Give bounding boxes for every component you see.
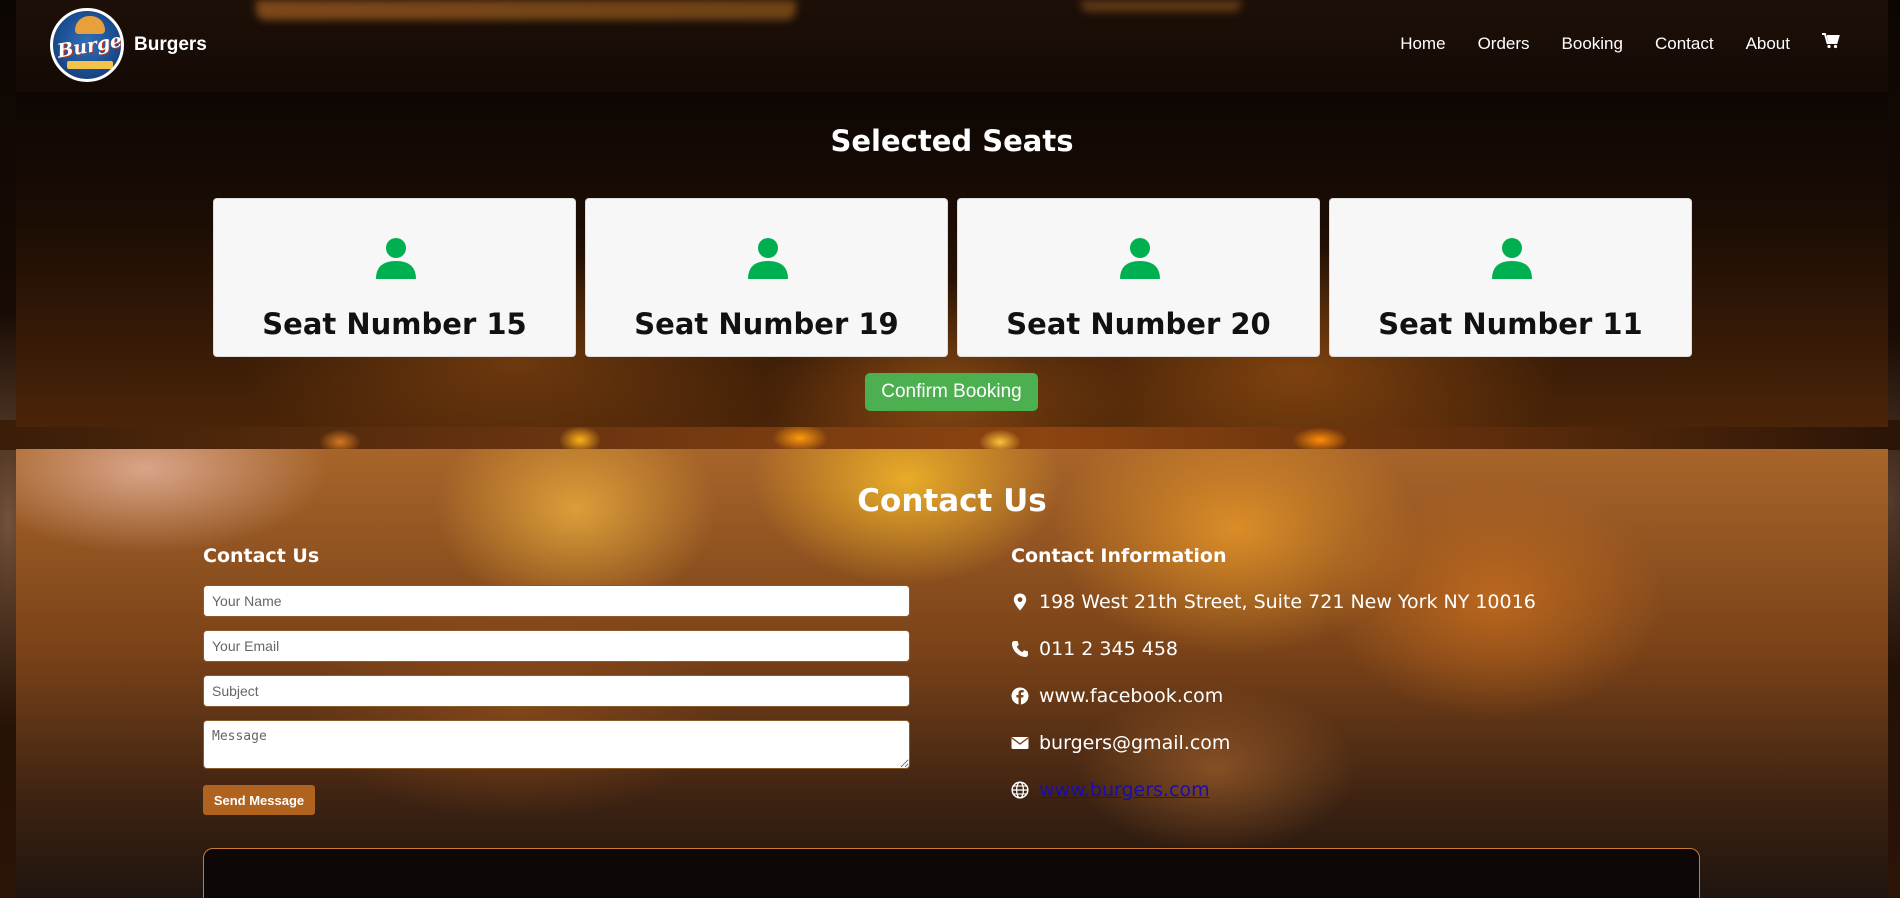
facebook-icon — [1011, 687, 1029, 705]
phone-text: 011 2 345 458 — [1039, 638, 1179, 660]
nav-booking[interactable]: Booking — [1562, 34, 1623, 54]
header-decoration — [1081, 0, 1241, 12]
seat-card: Seat Number 15 — [213, 198, 576, 357]
envelope-icon — [1011, 737, 1029, 749]
facebook-text: www.facebook.com — [1039, 685, 1224, 707]
nav-about[interactable]: About — [1746, 34, 1790, 54]
email-text: burgers@gmail.com — [1039, 732, 1231, 754]
subject-input[interactable] — [203, 675, 910, 707]
person-icon — [748, 238, 788, 279]
message-textarea[interactable] — [203, 720, 910, 769]
person-icon — [1120, 238, 1160, 279]
nav-contact[interactable]: Contact — [1655, 34, 1714, 54]
logo-wordmark: Burgers — [55, 25, 124, 63]
cart-icon — [1822, 33, 1840, 49]
selected-seats-section: Selected Seats Seat Number 15 Seat Numbe… — [16, 92, 1888, 427]
address-row: 198 West 21th Street, Suite 721 New York… — [1011, 589, 1536, 615]
seat-number-label: Seat Number 20 — [1006, 307, 1271, 341]
send-message-button[interactable]: Send Message — [203, 785, 315, 815]
phone-icon — [1012, 641, 1028, 657]
nav-orders[interactable]: Orders — [1478, 34, 1530, 54]
website-row: www.burgers.com — [1011, 777, 1536, 803]
seat-number-label: Seat Number 19 — [634, 307, 899, 341]
header-decoration — [256, 0, 796, 20]
email-input[interactable] — [203, 630, 910, 662]
logo-ribbon — [67, 61, 113, 69]
name-input[interactable] — [203, 585, 910, 617]
map-marker-icon — [1013, 593, 1027, 611]
brand-link[interactable]: Burgers Burgers — [50, 8, 207, 82]
seat-card: Seat Number 11 — [1329, 198, 1692, 357]
contact-information-heading: Contact Information — [1011, 545, 1227, 567]
person-icon — [1492, 238, 1532, 279]
contact-form-heading: Contact Us — [203, 545, 320, 567]
globe-icon — [1011, 781, 1029, 799]
seat-card-list: Seat Number 15 Seat Number 19 Seat Numbe… — [213, 198, 1692, 357]
burger-bun-graphic — [75, 16, 105, 34]
site-header: Burgers Burgers Home Orders Booking Cont… — [16, 0, 1888, 92]
phone-row: 011 2 345 458 — [1011, 636, 1536, 662]
facebook-row: www.facebook.com — [1011, 683, 1536, 709]
seat-number-label: Seat Number 11 — [1378, 307, 1643, 341]
seat-card: Seat Number 19 — [585, 198, 948, 357]
selected-seats-title: Selected Seats — [830, 124, 1074, 158]
nav-home[interactable]: Home — [1400, 34, 1445, 54]
burgers-logo: Burgers — [50, 8, 124, 82]
seat-number-label: Seat Number 15 — [262, 307, 527, 341]
main-nav: Home Orders Booking Contact About — [1400, 33, 1840, 54]
contact-section: Contact Us Contact Us Send Message Conta… — [16, 449, 1888, 898]
address-text: 198 West 21th Street, Suite 721 New York… — [1039, 591, 1536, 613]
map-container — [203, 848, 1700, 898]
brand-name: Burgers — [134, 34, 207, 55]
email-row: burgers@gmail.com — [1011, 730, 1536, 756]
person-icon — [376, 238, 416, 279]
contact-info-list: 198 West 21th Street, Suite 721 New York… — [1011, 589, 1536, 803]
seat-card: Seat Number 20 — [957, 198, 1320, 357]
website-link[interactable]: www.burgers.com — [1039, 779, 1210, 801]
cart-button[interactable] — [1822, 33, 1840, 54]
contact-title: Contact Us — [857, 483, 1047, 519]
confirm-booking-button[interactable]: Confirm Booking — [865, 373, 1038, 411]
